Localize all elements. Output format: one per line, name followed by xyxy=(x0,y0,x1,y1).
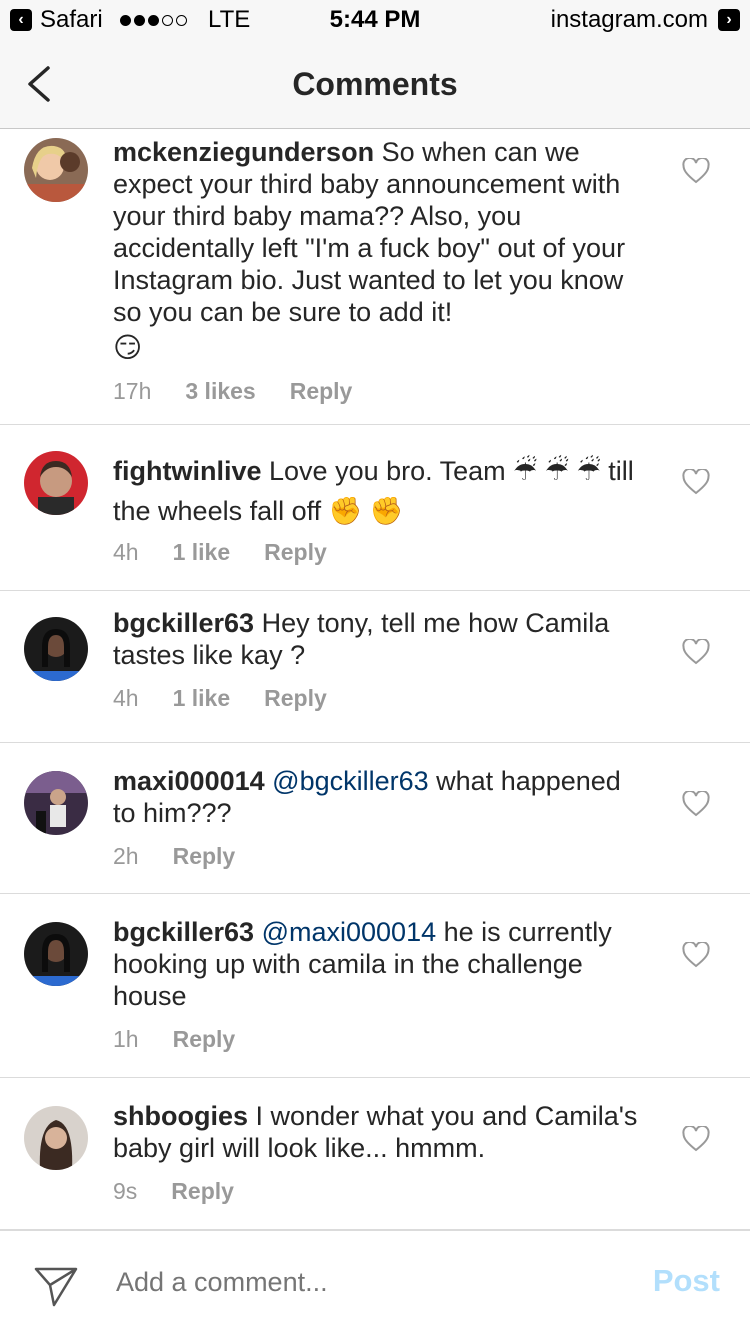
direct-send-icon[interactable] xyxy=(33,1263,79,1307)
page-title: Comments xyxy=(292,66,458,102)
avatar[interactable] xyxy=(24,771,88,835)
status-bar: ‹ Safari LTE 5:44 PM instagram.com › xyxy=(0,0,750,40)
comment-item: bgckiller63 @maxi000014 he is currently … xyxy=(0,894,750,1078)
reply-button[interactable]: Reply xyxy=(171,1178,234,1205)
heart-icon[interactable] xyxy=(682,1126,710,1152)
comment-item: maxi000014 @bgckiller63 what happened to… xyxy=(0,743,750,894)
comment-username[interactable]: maxi000014 xyxy=(113,766,265,796)
comment-item: shboogies I wonder what you and Camila's… xyxy=(0,1078,750,1230)
avatar[interactable] xyxy=(24,617,88,681)
avatar[interactable] xyxy=(24,1106,88,1170)
comment-likes[interactable]: 1 like xyxy=(173,685,231,712)
heart-icon[interactable] xyxy=(682,158,710,184)
reply-button[interactable]: Reply xyxy=(264,539,327,566)
comment-time: 17h xyxy=(113,378,152,404)
comment-username[interactable]: bgckiller63 xyxy=(113,917,254,947)
avatar[interactable] xyxy=(24,922,88,986)
post-button[interactable]: Post xyxy=(653,1263,720,1299)
comment-list: mckenziegunderson So when can we expect … xyxy=(0,130,750,1230)
comment-time: 4h xyxy=(113,685,139,711)
comment-time: 4h xyxy=(113,539,139,565)
heart-icon[interactable] xyxy=(682,469,710,495)
comment-time: 2h xyxy=(113,843,139,869)
reply-button[interactable]: Reply xyxy=(264,685,327,712)
nav-bar: Comments xyxy=(0,40,750,129)
comment-input[interactable] xyxy=(116,1267,596,1298)
heart-icon[interactable] xyxy=(682,639,710,665)
comment-likes[interactable]: 3 likes xyxy=(185,378,255,405)
comment-username[interactable]: fightwinlive xyxy=(113,456,262,486)
comment-username[interactable]: shboogies xyxy=(113,1101,248,1131)
avatar[interactable] xyxy=(24,451,88,515)
comment-emoji: 😏 xyxy=(113,332,143,363)
comment-item: mckenziegunderson So when can we expect … xyxy=(0,130,750,425)
comment-item: bgckiller63 Hey tony, tell me how Camila… xyxy=(0,591,750,743)
reply-button[interactable]: Reply xyxy=(290,378,353,405)
comment-username[interactable]: mckenziegunderson xyxy=(113,137,374,167)
comment-composer: Post xyxy=(0,1230,750,1334)
comment-mention[interactable]: @bgckiller63 xyxy=(272,766,428,796)
reply-button[interactable]: Reply xyxy=(173,1026,236,1053)
comment-likes[interactable]: 1 like xyxy=(173,539,231,566)
comment-username[interactable]: bgckiller63 xyxy=(113,608,254,638)
reply-button[interactable]: Reply xyxy=(173,843,236,870)
avatar[interactable] xyxy=(24,138,88,202)
comment-time: 9s xyxy=(113,1178,138,1204)
forward-to-site-icon[interactable]: › xyxy=(718,9,740,31)
comment-item: fightwinlive Love you bro. Team ☔ ☔ ☔ ti… xyxy=(0,425,750,591)
comment-time: 1h xyxy=(113,1026,139,1052)
heart-icon[interactable] xyxy=(682,791,710,817)
heart-icon[interactable] xyxy=(682,942,710,968)
site-label[interactable]: instagram.com xyxy=(551,6,708,34)
comment-mention[interactable]: @maxi000014 xyxy=(262,917,437,947)
